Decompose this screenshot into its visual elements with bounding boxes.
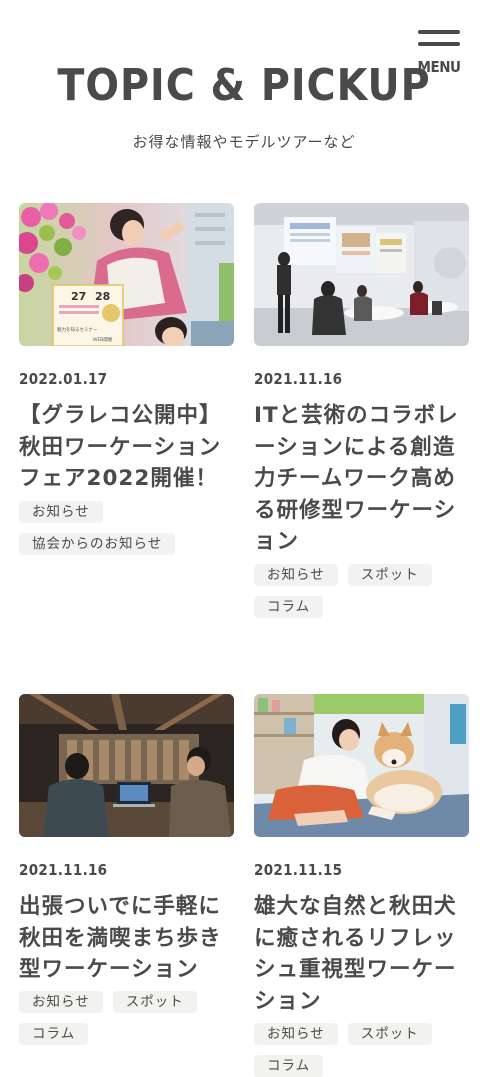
post-tags: お知らせ 協会からのお知らせ xyxy=(19,501,239,555)
tag-news[interactable]: お知らせ xyxy=(254,564,338,586)
tag-column[interactable]: コラム xyxy=(254,596,324,618)
post-image: 27 28 魅力を知るセミナー WEB開催 xyxy=(19,203,234,346)
post-tags: お知らせ スポット コラム xyxy=(254,564,474,618)
post-date: 2022.01.17 xyxy=(19,370,108,388)
post-card: 2021.11.15 雄大な自然と秋田犬 に癒されるリフレッ シュ重視型ワーケー… xyxy=(254,694,469,1077)
post-date: 2021.11.15 xyxy=(254,861,343,879)
tag-spot[interactable]: スポット xyxy=(347,1023,432,1045)
tag-association-news[interactable]: 協会からのお知らせ xyxy=(19,533,176,555)
page-title: TOPIC & PICKUP xyxy=(57,60,431,111)
hamburger-icon-bar-bottom xyxy=(418,42,460,46)
post-tags: お知らせ スポット コラム xyxy=(19,991,239,1045)
page-subtitle: お得な情報やモデルツアーなど xyxy=(132,133,356,151)
post-card: 27 28 魅力を知るセミナー WEB開催 2022.01.17 【グラレコ公開… xyxy=(19,203,234,555)
post-title[interactable]: ITと芸術のコラボレ ーションによる創造 力チームワーク高め る研修型ワーケーシ… xyxy=(254,400,469,558)
tag-column[interactable]: コラム xyxy=(254,1055,324,1077)
post-date: 2021.11.16 xyxy=(19,861,108,879)
post-thumbnail[interactable]: 27 28 魅力を知るセミナー WEB開催 xyxy=(19,203,234,346)
tag-spot[interactable]: スポット xyxy=(347,564,432,586)
post-thumbnail[interactable] xyxy=(254,694,469,837)
post-date: 2021.11.16 xyxy=(254,370,343,388)
post-image xyxy=(254,203,469,346)
tag-news[interactable]: お知らせ xyxy=(19,501,103,523)
post-tags: お知らせ スポット コラム xyxy=(254,1023,474,1077)
svg-text:魅力を知るセミナー: 魅力を知るセミナー xyxy=(57,326,98,333)
tag-column[interactable]: コラム xyxy=(19,1023,89,1045)
post-title[interactable]: 【グラレコ公開中】 秋田ワーケーション フェア2022開催！ xyxy=(19,400,234,495)
post-thumbnail[interactable] xyxy=(254,203,469,346)
post-title[interactable]: 出張ついでに手軽に 秋田を満喫まち歩き 型ワーケーション xyxy=(19,891,234,986)
post-thumbnail[interactable] xyxy=(19,694,234,837)
tag-news[interactable]: お知らせ xyxy=(254,1023,338,1045)
post-image xyxy=(254,694,469,837)
hamburger-icon-bar-top xyxy=(418,30,460,34)
svg-text:27: 27 xyxy=(71,290,86,303)
post-image xyxy=(19,694,234,837)
tag-news[interactable]: お知らせ xyxy=(19,991,103,1013)
tag-spot[interactable]: スポット xyxy=(112,991,197,1013)
post-card: 2021.11.16 出張ついでに手軽に 秋田を満喫まち歩き 型ワーケーション … xyxy=(19,694,234,1045)
svg-text:WEB開催: WEB開催 xyxy=(93,336,113,343)
post-title[interactable]: 雄大な自然と秋田犬 に癒されるリフレッ シュ重視型ワーケー ション xyxy=(254,891,469,1017)
post-card: 2021.11.16 ITと芸術のコラボレ ーションによる創造 力チームワーク高… xyxy=(254,203,469,618)
svg-text:28: 28 xyxy=(95,290,110,303)
